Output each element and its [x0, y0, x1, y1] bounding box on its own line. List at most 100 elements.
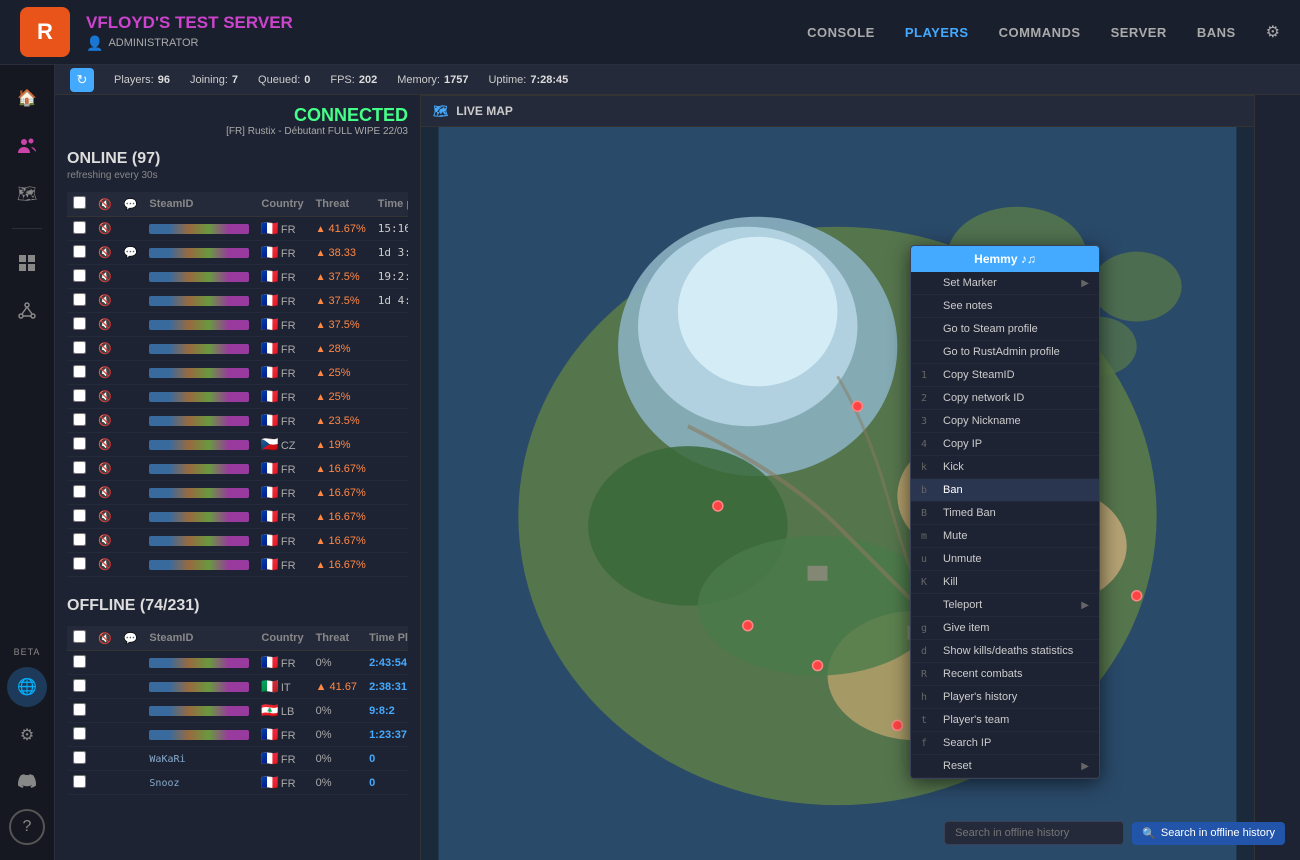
- sidebar-home-icon[interactable]: 🏠: [9, 80, 45, 116]
- online-player-row[interactable]: 🔇 🇫🇷FR ▲16.67% 11 0:9:19 •: [67, 553, 408, 577]
- online-player-row[interactable]: 🔇 🇫🇷FR ▲16.67% 27 0:26:17 •: [67, 457, 408, 481]
- offline-player-row[interactable]: WaKaRi 🇫🇷FR 0% 0 0 No: [67, 747, 408, 771]
- offline-row-checkbox[interactable]: [73, 727, 86, 740]
- offline-row-checkbox[interactable]: [73, 751, 86, 764]
- context-menu-item[interactable]: R Recent combats: [911, 663, 1099, 686]
- map-body[interactable]: [421, 127, 1254, 860]
- chat-icon[interactable]: 💬: [124, 247, 138, 259]
- row-checkbox[interactable]: [73, 269, 86, 282]
- row-checkbox[interactable]: [73, 245, 86, 258]
- sidebar-discord-icon[interactable]: [9, 763, 45, 799]
- nav-server[interactable]: SERVER: [1111, 25, 1167, 40]
- offline-search-button[interactable]: 🔍 Search in offline history: [1132, 822, 1285, 845]
- sidebar-help-icon[interactable]: ?: [9, 809, 45, 845]
- mute-icon[interactable]: 🔇: [98, 367, 112, 379]
- context-menu-item[interactable]: See notes: [911, 295, 1099, 318]
- sidebar-gear-icon[interactable]: ⚙: [9, 717, 45, 753]
- row-checkbox[interactable]: [73, 293, 86, 306]
- context-menu-item[interactable]: Set Marker ▶: [911, 272, 1099, 295]
- context-menu-item[interactable]: Teleport ▶: [911, 594, 1099, 617]
- online-player-row[interactable]: 🔇 🇫🇷FR ▲23.5% 22 3:38:39 •: [67, 409, 408, 433]
- context-menu[interactable]: Hemmy ♪♫ Set Marker ▶ See notes Go to St…: [910, 245, 1100, 779]
- select-all-checkbox[interactable]: [73, 196, 86, 209]
- online-player-row[interactable]: 🔇 🇫🇷FR ▲25% 8 0:20:3 •: [67, 385, 408, 409]
- refresh-button[interactable]: ↻: [70, 68, 94, 92]
- offline-select-all[interactable]: [73, 630, 86, 643]
- offline-row-checkbox[interactable]: [73, 703, 86, 716]
- sidebar-grid-icon[interactable]: [9, 245, 45, 281]
- mute-icon[interactable]: 🔇: [98, 535, 112, 547]
- mute-icon[interactable]: 🔇: [98, 559, 112, 571]
- sidebar-nodes-icon[interactable]: [9, 293, 45, 329]
- mute-icon[interactable]: 🔇: [98, 463, 112, 475]
- nav-commands[interactable]: COMMANDS: [999, 25, 1081, 40]
- mute-icon[interactable]: 🔇: [98, 247, 112, 259]
- offline-player-row[interactable]: Snooz 🇫🇷FR 0% 0 0: [67, 771, 408, 795]
- nav-console[interactable]: CONSOLE: [807, 25, 875, 40]
- context-menu-item[interactable]: B Timed Ban: [911, 502, 1099, 525]
- row-checkbox[interactable]: [73, 221, 86, 234]
- online-player-row[interactable]: 🔇 🇫🇷FR ▲37.5% 1d 4:5:6:6 24 0:55:54 88.x…: [67, 289, 408, 313]
- offline-row-checkbox[interactable]: [73, 679, 86, 692]
- row-checkbox[interactable]: [73, 485, 86, 498]
- online-player-row[interactable]: 🔇 💬 🇫🇷FR ▲38.33 1d 3:59:23 16 1:4:32 78.…: [67, 241, 408, 265]
- mute-icon[interactable]: 🔇: [98, 391, 112, 403]
- context-menu-item[interactable]: h Player's history: [911, 686, 1099, 709]
- sidebar-map-icon[interactable]: 🗺: [9, 176, 45, 212]
- mute-icon[interactable]: 🔇: [98, 343, 112, 355]
- row-checkbox[interactable]: [73, 341, 86, 354]
- context-menu-item[interactable]: K Kill: [911, 571, 1099, 594]
- context-menu-item[interactable]: Reset ▶: [911, 755, 1099, 778]
- mute-icon[interactable]: 🔇: [98, 295, 112, 307]
- online-player-row[interactable]: 🔇 🇨🇿CZ ▲19% 74 0:8:13 •: [67, 433, 408, 457]
- row-checkbox[interactable]: [73, 509, 86, 522]
- row-checkbox[interactable]: [73, 557, 86, 570]
- row-checkbox[interactable]: [73, 461, 86, 474]
- offline-player-row[interactable]: 🇮🇹IT ▲ 41.67 2:38:31 73 12/02/2021 14:06…: [67, 675, 408, 699]
- online-player-row[interactable]: 🔇 🇫🇷FR ▲16.67% 46 0:19:31 •: [67, 505, 408, 529]
- online-player-row[interactable]: 🔇 🇫🇷FR ▲37.5% 5 2:18:26 •: [67, 313, 408, 337]
- offline-player-row[interactable]: 🇫🇷FR 0% 2:43:54 14 12/02/2021 14:06:02 7…: [67, 651, 408, 675]
- mute-icon[interactable]: 🔇: [98, 487, 112, 499]
- context-menu-item[interactable]: m Mute: [911, 525, 1099, 548]
- nav-players[interactable]: PLAYERS: [905, 25, 969, 40]
- context-menu-item[interactable]: t Player's team: [911, 709, 1099, 732]
- online-player-row[interactable]: 🔇 🇫🇷FR ▲41.67% 15:16:5 35 1:47:34 73.x.x…: [67, 217, 408, 241]
- context-menu-item[interactable]: Go to RustAdmin profile: [911, 341, 1099, 364]
- context-menu-item[interactable]: f Search IP: [911, 732, 1099, 755]
- context-menu-item[interactable]: 3 Copy Nickname: [911, 410, 1099, 433]
- row-checkbox[interactable]: [73, 413, 86, 426]
- context-menu-item[interactable]: u Unmute: [911, 548, 1099, 571]
- context-menu-item[interactable]: 2 Copy network ID: [911, 387, 1099, 410]
- online-player-row[interactable]: 🔇 🇫🇷FR ▲25% 58 0:1:19 •: [67, 361, 408, 385]
- sidebar-globe-icon[interactable]: 🌐: [7, 667, 47, 707]
- online-player-row[interactable]: 🔇 🇫🇷FR ▲16.67% 52 2:7:19 •: [67, 529, 408, 553]
- online-player-row[interactable]: 🔇 🇫🇷FR ▲28% 8 6:21:5 •: [67, 337, 408, 361]
- offline-player-row[interactable]: 🇱🇧LB 0% 9:8:2 113 12/02/2021 14:06:02: [67, 699, 408, 723]
- online-player-row[interactable]: 🔇 🇫🇷FR ▲37.5% 19:2:8 34 2:12:41 92.x.x.x…: [67, 265, 408, 289]
- mute-icon[interactable]: 🔇: [98, 439, 112, 451]
- context-menu-item[interactable]: 4 Copy IP: [911, 433, 1099, 456]
- mute-icon[interactable]: 🔇: [98, 223, 112, 235]
- context-menu-item[interactable]: k Kick: [911, 456, 1099, 479]
- settings-icon[interactable]: ⚙: [1266, 22, 1280, 42]
- sidebar-players-icon[interactable]: [9, 128, 45, 164]
- row-checkbox[interactable]: [73, 317, 86, 330]
- nav-bans[interactable]: BANS: [1197, 25, 1236, 40]
- mute-icon[interactable]: 🔇: [98, 319, 112, 331]
- mute-icon[interactable]: 🔇: [98, 271, 112, 283]
- mute-icon[interactable]: 🔇: [98, 415, 112, 427]
- offline-search-input[interactable]: [944, 821, 1124, 845]
- online-player-row[interactable]: 🔇 🇫🇷FR ▲16.67% 72 1:10:46 11763€ •: [67, 481, 408, 505]
- offline-player-row[interactable]: 🇫🇷FR 0% 1:23:37 15 12/02/2021 14:06:02: [67, 723, 408, 747]
- context-menu-item[interactable]: d Show kills/deaths statistics: [911, 640, 1099, 663]
- row-checkbox[interactable]: [73, 437, 86, 450]
- row-checkbox[interactable]: [73, 389, 86, 402]
- offline-row-checkbox[interactable]: [73, 655, 86, 668]
- mute-icon[interactable]: 🔇: [98, 511, 112, 523]
- row-checkbox[interactable]: [73, 533, 86, 546]
- context-menu-item[interactable]: b Ban: [911, 479, 1099, 502]
- row-checkbox[interactable]: [73, 365, 86, 378]
- context-menu-item[interactable]: Go to Steam profile: [911, 318, 1099, 341]
- context-menu-item[interactable]: 1 Copy SteamID: [911, 364, 1099, 387]
